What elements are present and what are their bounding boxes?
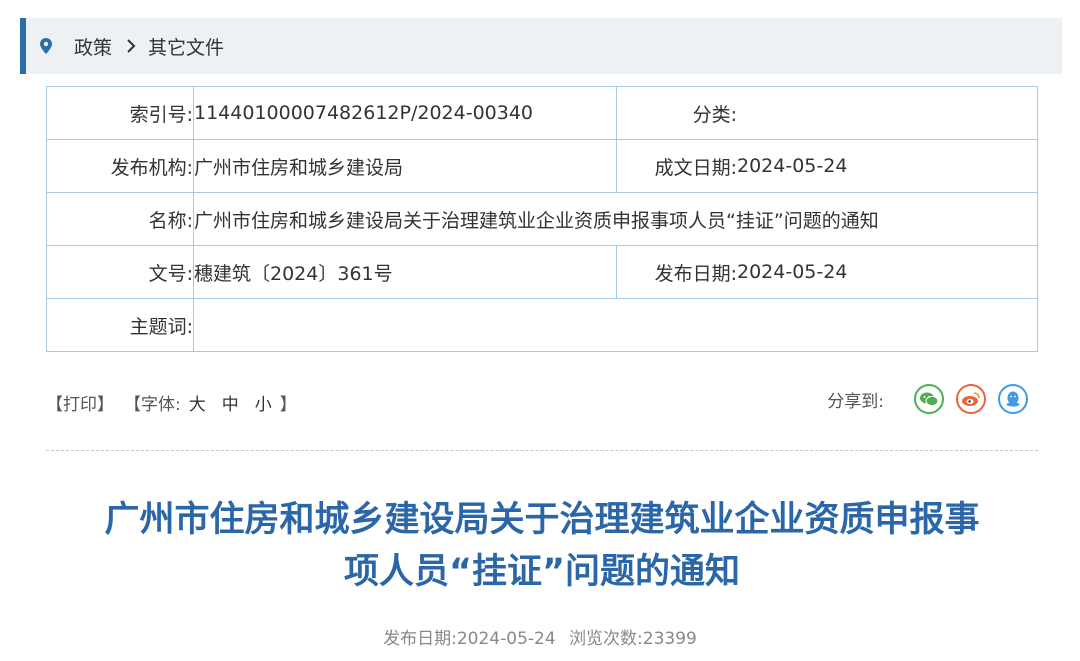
index-value: 11440100007482612P/2024-00340 bbox=[194, 87, 617, 140]
chevron-right-icon bbox=[126, 39, 136, 53]
font-size-bracket: 】 bbox=[280, 390, 297, 415]
table-row: 名称: 广州市住房和城乡建设局关于治理建筑业企业资质申报事项人员“挂证”问题的通… bbox=[47, 193, 1038, 246]
keywords-label: 主题词: bbox=[47, 299, 194, 352]
print-button[interactable]: 【打印】 bbox=[46, 390, 114, 415]
name-label: 名称: bbox=[47, 193, 194, 246]
share-label: 分享到: bbox=[827, 387, 884, 412]
category-label: 分类: bbox=[617, 87, 738, 140]
article-meta: 发布日期:2024-05-24 浏览次数:23399 bbox=[0, 624, 1080, 649]
keywords-value bbox=[194, 299, 1038, 352]
weibo-icon[interactable] bbox=[956, 384, 986, 414]
qq-icon[interactable] bbox=[998, 384, 1028, 414]
table-row: 发布机构: 广州市住房和城乡建设局 成文日期: 2024-05-24 bbox=[47, 140, 1038, 193]
publish-date-label: 发布日期: bbox=[617, 246, 738, 299]
breadcrumb-policy-link[interactable]: 政策 bbox=[74, 33, 112, 60]
font-large-button[interactable]: 大 bbox=[189, 390, 206, 415]
article-title-line: 项人员“挂证”问题的通知 bbox=[40, 546, 1044, 598]
publish-date-value: 2024-05-24 bbox=[737, 246, 1038, 299]
table-row: 主题词: bbox=[47, 299, 1038, 352]
article-pub-date: 发布日期:2024-05-24 bbox=[383, 629, 556, 649]
docno-label: 文号: bbox=[47, 246, 194, 299]
table-row: 文号: 穗建筑〔2024〕361号 发布日期: 2024-05-24 bbox=[47, 246, 1038, 299]
location-pin-icon bbox=[40, 37, 54, 55]
article-title: 广州市住房和城乡建设局关于治理建筑业企业资质申报事 项人员“挂证”问题的通知 bbox=[40, 494, 1044, 598]
font-size-label: 【字体: bbox=[124, 390, 181, 415]
divider bbox=[46, 450, 1038, 451]
font-small-button[interactable]: 小 bbox=[255, 390, 272, 415]
docno-value: 穗建筑〔2024〕361号 bbox=[194, 246, 617, 299]
article-view-count: 浏览次数:23399 bbox=[569, 629, 697, 649]
written-date-value: 2024-05-24 bbox=[737, 140, 1038, 193]
index-label: 索引号: bbox=[47, 87, 194, 140]
publisher-value: 广州市住房和城乡建设局 bbox=[194, 140, 617, 193]
name-value: 广州市住房和城乡建设局关于治理建筑业企业资质申报事项人员“挂证”问题的通知 bbox=[194, 193, 1038, 246]
article-title-line: 广州市住房和城乡建设局关于治理建筑业企业资质申报事 bbox=[40, 494, 1044, 546]
breadcrumb-current[interactable]: 其它文件 bbox=[148, 33, 224, 60]
breadcrumb: 政策 其它文件 bbox=[20, 18, 1062, 74]
font-medium-button[interactable]: 中 bbox=[222, 390, 239, 415]
written-date-label: 成文日期: bbox=[617, 140, 738, 193]
table-row: 索引号: 11440100007482612P/2024-00340 分类: bbox=[47, 87, 1038, 140]
document-meta-table: 索引号: 11440100007482612P/2024-00340 分类: 发… bbox=[46, 86, 1038, 352]
publisher-label: 发布机构: bbox=[47, 140, 194, 193]
category-value bbox=[737, 87, 1038, 140]
page-tools: 【打印】 【字体: 大 中 小 】 bbox=[46, 390, 297, 415]
share-bar: 分享到: bbox=[827, 384, 1028, 414]
wechat-icon[interactable] bbox=[914, 384, 944, 414]
